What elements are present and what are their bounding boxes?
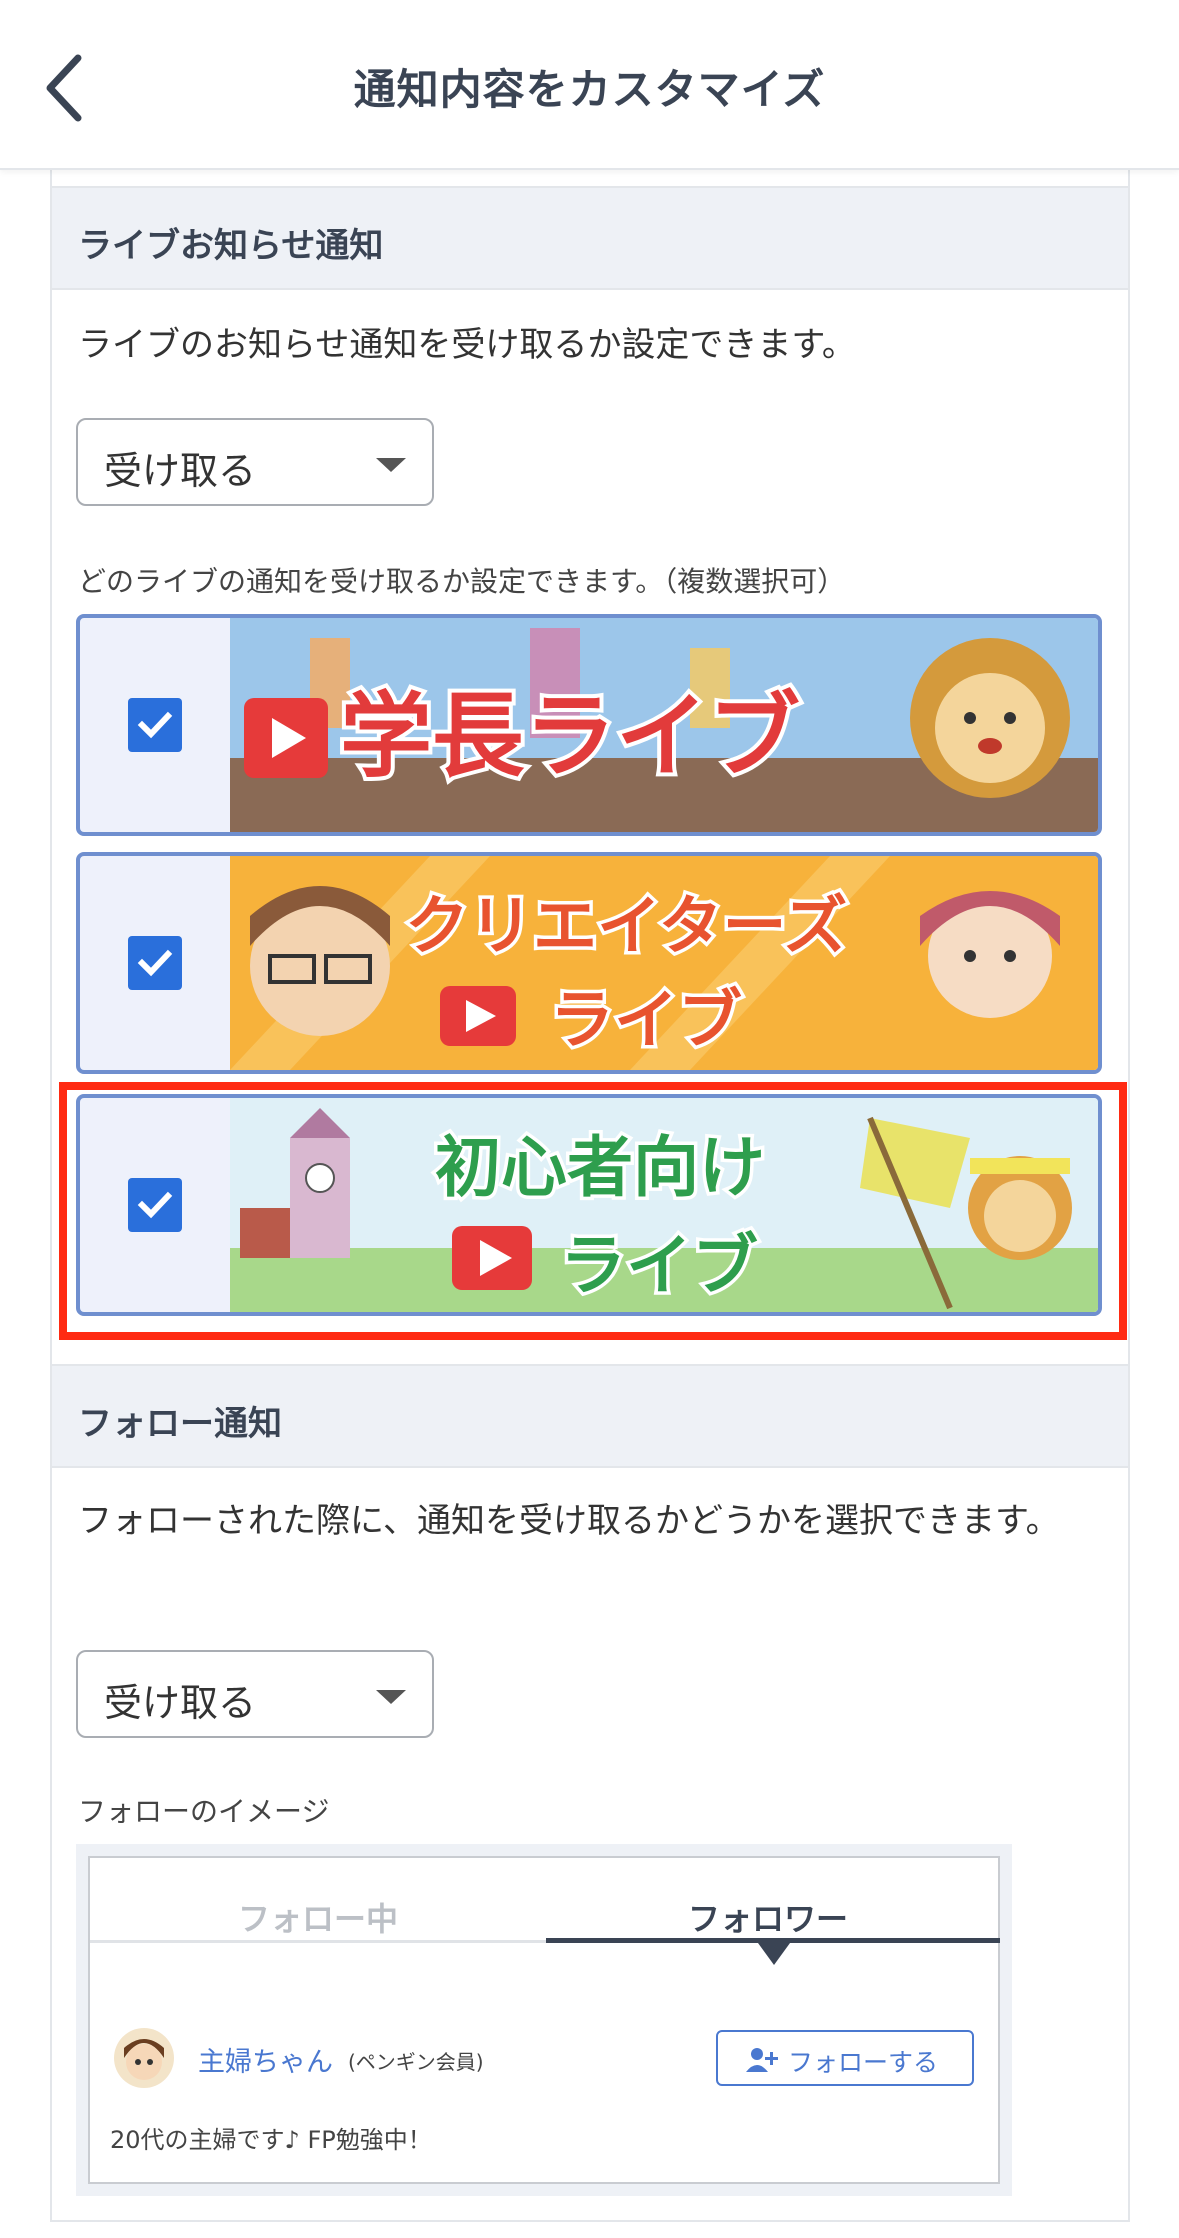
tab-divider <box>90 1940 546 1943</box>
follow-preview-image: フォロー中 フォロワー 主婦ちゃん (ペンギン会員) フォローする 20代の主婦… <box>76 1844 1012 2196</box>
tab-following: フォロー中 <box>238 1900 399 1938</box>
follow-notification-select[interactable]: 受け取る <box>76 1650 434 1738</box>
highlight-frame <box>59 1082 1127 1340</box>
follow-button: フォローする <box>716 2030 974 2086</box>
live-description: ライブのお知らせ通知を受け取るか設定できます。 <box>78 325 856 365</box>
live-option-creators[interactable]: クリエイターズ ライブ <box>76 852 1102 1074</box>
user-rank: (ペンギン会員) <box>348 2050 484 2074</box>
follow-section-title: フォロー通知 <box>78 1404 282 1444</box>
checkbox-checked-icon[interactable] <box>128 936 182 990</box>
chevron-down-icon <box>376 458 406 472</box>
checkbox-checked-icon[interactable] <box>128 698 182 752</box>
banner-title-line1: クリエイターズ <box>405 890 847 964</box>
follow-button-label: フォローする <box>788 2048 939 2077</box>
user-bio: 20代の主婦です♪ FP勉強中！ <box>110 2126 432 2154</box>
select-value: 受け取る <box>104 1681 257 1725</box>
follow-preview-panel: フォロー中 フォロワー 主婦ちゃん (ペンギン会員) フォローする 20代の主婦… <box>88 1856 1000 2184</box>
user-name: 主婦ちゃん <box>198 2047 333 2078</box>
gakucho-live-banner: 学長ライブ <box>230 618 1098 832</box>
banner-title: 学長ライブ <box>340 683 800 790</box>
live-notification-select[interactable]: 受け取る <box>76 418 434 506</box>
banner-title-line2: ライブ <box>550 984 742 1058</box>
add-user-icon <box>746 2046 778 2078</box>
live-section-heading: ライブお知らせ通知 <box>50 186 1130 290</box>
select-value: 受け取る <box>104 449 257 493</box>
page-title: 通知内容をカスタマイズ <box>353 65 826 114</box>
live-sub-label: どのライブの通知を受け取るか設定できます。（複数選択可） <box>78 565 846 598</box>
tab-pointer-icon <box>758 1943 790 1965</box>
creators-live-banner: クリエイターズ ライブ <box>230 856 1098 1070</box>
live-section-title: ライブお知らせ通知 <box>78 226 384 266</box>
avatar <box>114 2028 174 2088</box>
tab-followers: フォロワー <box>688 1900 849 1938</box>
chevron-down-icon <box>376 1690 406 1704</box>
follow-section-heading: フォロー通知 <box>50 1364 1130 1468</box>
live-option-gakucho[interactable]: 学長ライブ <box>76 614 1102 836</box>
top-bar: 通知内容をカスタマイズ <box>0 0 1179 170</box>
follow-description: フォローされた際に、通知を受け取るかどうかを選択できます。 <box>78 1501 1060 1541</box>
follow-image-label: フォローのイメージ <box>78 1795 330 1828</box>
